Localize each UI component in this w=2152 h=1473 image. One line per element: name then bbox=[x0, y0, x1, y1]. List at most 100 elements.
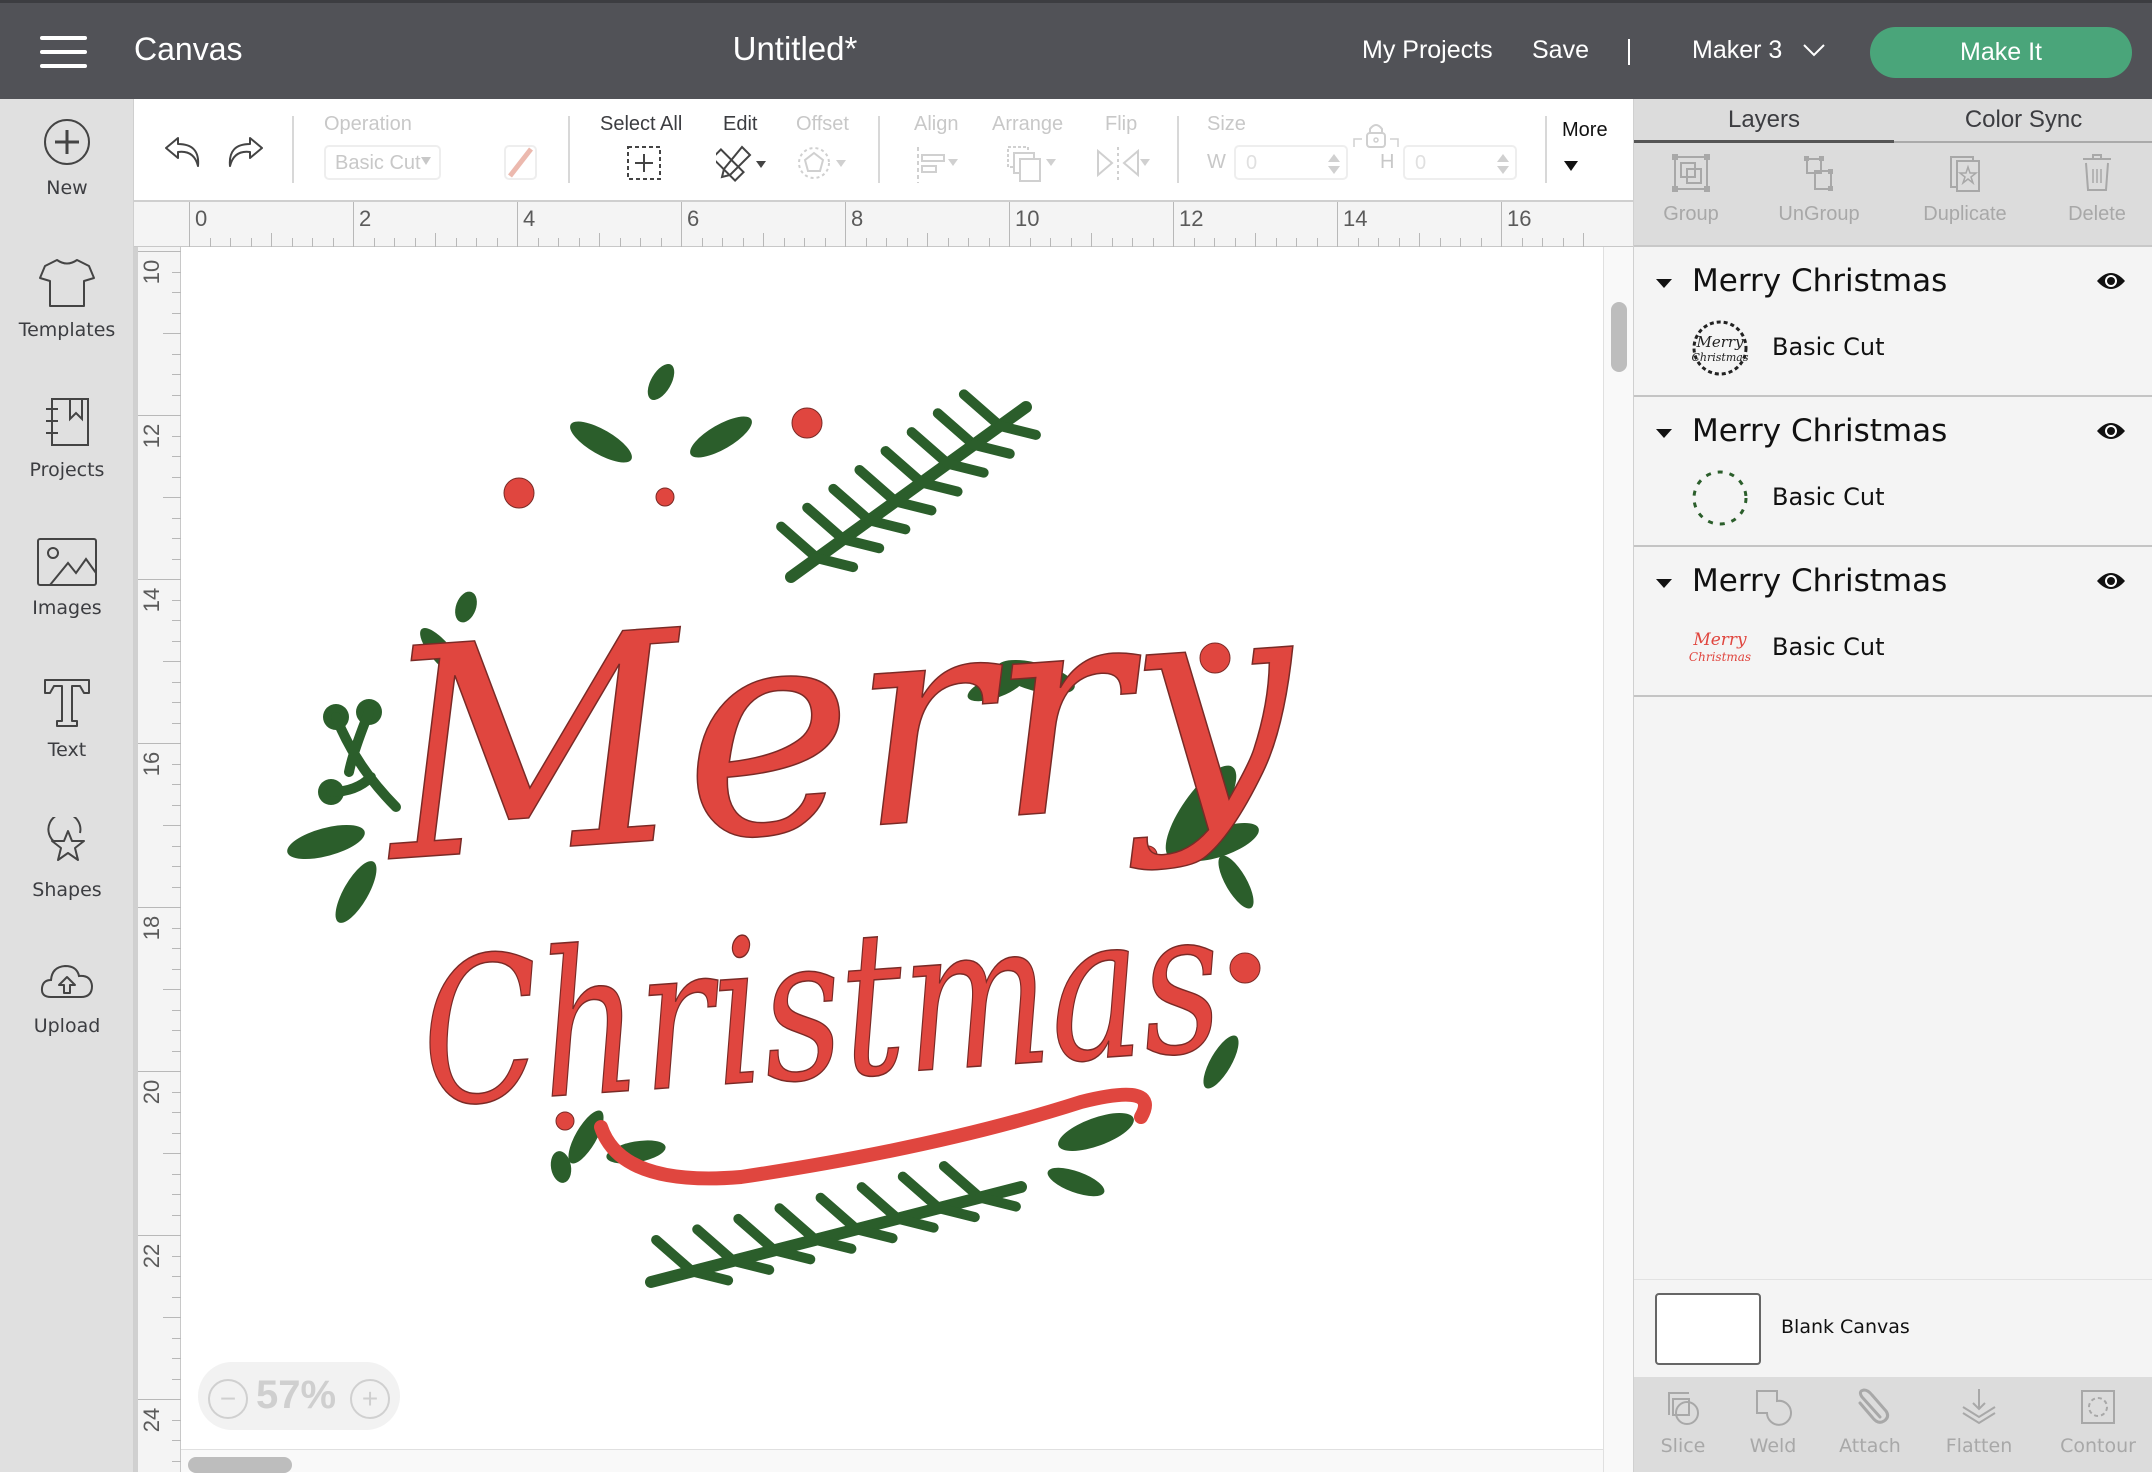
sidebar-item-templates[interactable]: Templates bbox=[0, 257, 134, 377]
ruler-label: 10 bbox=[1015, 206, 1040, 231]
leaf-shape bbox=[570, 421, 632, 463]
operation-color-swatch[interactable] bbox=[504, 145, 537, 180]
select-all-icon[interactable] bbox=[626, 145, 662, 181]
panel-tabs: Layers Color Sync bbox=[1634, 99, 2152, 143]
toolbar-divider bbox=[1177, 116, 1179, 183]
height-input[interactable]: 0 bbox=[1403, 145, 1517, 180]
flip-label: Flip bbox=[1105, 113, 1138, 135]
ruler-tick bbox=[517, 202, 518, 247]
visibility-eye-icon[interactable] bbox=[2096, 271, 2126, 291]
vertical-scrollbar-thumb[interactable] bbox=[1611, 302, 1627, 372]
zoom-in-button[interactable]: + bbox=[350, 1379, 390, 1419]
sidebar-item-upload[interactable]: Upload bbox=[0, 957, 134, 1077]
blank-canvas-row[interactable]: Blank Canvas bbox=[1634, 1279, 2152, 1377]
ruler-label: 14 bbox=[1343, 206, 1368, 231]
ruler-tick bbox=[1132, 238, 1133, 247]
chevron-down-icon[interactable] bbox=[1803, 43, 1825, 57]
weld-label: Weld bbox=[1749, 1435, 1797, 1457]
align-icon[interactable] bbox=[914, 145, 964, 185]
layer-group[interactable]: Merry Christmas Merry Christmas Basic Cut bbox=[1634, 247, 2152, 397]
notebook-icon bbox=[46, 398, 89, 446]
branch-needle bbox=[892, 1213, 939, 1233]
stepper-arrows-icon[interactable] bbox=[1326, 152, 1342, 176]
attach-button[interactable]: Attach bbox=[1830, 1387, 1910, 1457]
sidebar-item-images[interactable]: Images bbox=[0, 537, 134, 657]
ruler-tick bbox=[578, 238, 580, 247]
flip-icon[interactable] bbox=[1094, 145, 1150, 185]
merry-christmas-design[interactable]: Merry Christmas bbox=[181, 247, 1603, 1449]
edit-pencil-ruler-icon[interactable] bbox=[716, 143, 768, 183]
arrange-label: Arrange bbox=[992, 113, 1064, 135]
blank-canvas-swatch[interactable] bbox=[1655, 1293, 1761, 1365]
vertical-scrollbar[interactable] bbox=[1603, 247, 1633, 1472]
ruler-tick bbox=[1439, 238, 1441, 247]
ruler-tick bbox=[496, 238, 498, 247]
height-value: 0 bbox=[1415, 152, 1427, 174]
layer-group[interactable]: Merry Christmas Merry Christmas Basic Cut bbox=[1634, 547, 2152, 697]
my-projects-link[interactable]: My Projects bbox=[1362, 36, 1493, 65]
sidebar-item-projects[interactable]: Projects bbox=[0, 397, 134, 517]
layer-name[interactable]: Merry Christmas bbox=[1692, 263, 1947, 299]
sidebar-item-text[interactable]: Text bbox=[0, 677, 134, 797]
horizontal-scrollbar[interactable] bbox=[181, 1449, 1603, 1473]
tab-layers[interactable]: Layers bbox=[1634, 99, 1894, 143]
shapes-icon bbox=[47, 817, 85, 861]
ruler-tick bbox=[172, 1112, 181, 1113]
offset-icon[interactable] bbox=[798, 145, 848, 181]
width-input[interactable]: 0 bbox=[1234, 145, 1348, 180]
operation-select[interactable]: Basic Cut bbox=[324, 145, 441, 180]
sidebar-label-images: Images bbox=[32, 597, 102, 619]
ruler-tick bbox=[172, 1378, 181, 1380]
delete-button[interactable]: Delete bbox=[2052, 153, 2142, 226]
weld-button[interactable]: Weld bbox=[1738, 1387, 1808, 1457]
visibility-eye-icon[interactable] bbox=[2096, 571, 2126, 591]
make-it-button[interactable]: Make It bbox=[1870, 27, 2132, 78]
dropdown-caret-icon bbox=[421, 157, 431, 165]
leaf-shape bbox=[335, 861, 377, 923]
ruler-tick bbox=[783, 238, 785, 247]
sidebar-item-shapes[interactable]: Shapes bbox=[0, 817, 134, 937]
arrange-icon[interactable] bbox=[1004, 143, 1064, 187]
ruler-tick bbox=[968, 238, 969, 247]
design-canvas[interactable]: Merry Christmas bbox=[181, 247, 1603, 1449]
svg-text:Merry: Merry bbox=[1695, 333, 1744, 351]
ruler-tick bbox=[353, 202, 354, 247]
branch-needle bbox=[828, 483, 875, 526]
collapse-caret-icon[interactable] bbox=[1656, 279, 1672, 288]
horizontal-scrollbar-thumb[interactable] bbox=[188, 1457, 292, 1473]
ruler-label: 12 bbox=[139, 423, 164, 449]
zoom-out-button[interactable]: − bbox=[208, 1379, 248, 1419]
undo-icon[interactable] bbox=[162, 134, 204, 170]
ruler-tick bbox=[824, 238, 826, 247]
ruler-tick bbox=[1214, 238, 1215, 247]
group-button[interactable]: Group bbox=[1646, 153, 1736, 226]
ungroup-button[interactable]: UnGroup bbox=[1764, 153, 1874, 226]
redo-icon[interactable] bbox=[224, 134, 266, 170]
duplicate-button[interactable]: Duplicate bbox=[1900, 153, 2030, 226]
layer-group[interactable]: Merry Christmas Basic Cut bbox=[1634, 397, 2152, 547]
edit-label: Edit bbox=[723, 113, 758, 135]
flatten-button[interactable]: Flatten bbox=[1934, 1387, 2024, 1457]
select-all-label: Select All bbox=[600, 113, 683, 135]
contour-label: Contour bbox=[2060, 1435, 2136, 1457]
contour-button[interactable]: Contour bbox=[2048, 1387, 2148, 1457]
ruler-tick bbox=[763, 233, 764, 247]
collapse-caret-icon[interactable] bbox=[1656, 579, 1672, 588]
more-menu[interactable]: More bbox=[1562, 119, 1622, 179]
ruler-tick bbox=[1111, 238, 1113, 247]
ruler-tick bbox=[1152, 238, 1154, 247]
visibility-eye-icon[interactable] bbox=[2096, 421, 2126, 441]
lock-icon[interactable] bbox=[1352, 121, 1400, 149]
save-button[interactable]: Save bbox=[1532, 36, 1589, 65]
stepper-arrows-icon[interactable] bbox=[1495, 152, 1511, 176]
slice-button[interactable]: Slice bbox=[1648, 1387, 1718, 1457]
ruler-label: 6 bbox=[687, 206, 700, 231]
layer-name[interactable]: Merry Christmas bbox=[1692, 413, 1947, 449]
machine-select[interactable]: Maker 3 bbox=[1692, 36, 1782, 65]
image-icon bbox=[37, 538, 97, 586]
collapse-caret-icon[interactable] bbox=[1656, 429, 1672, 438]
sidebar-item-new[interactable]: New bbox=[0, 117, 134, 237]
ruler-tick bbox=[1009, 202, 1010, 247]
layer-name[interactable]: Merry Christmas bbox=[1692, 563, 1947, 599]
tab-color-sync[interactable]: Color Sync bbox=[1894, 99, 2152, 143]
